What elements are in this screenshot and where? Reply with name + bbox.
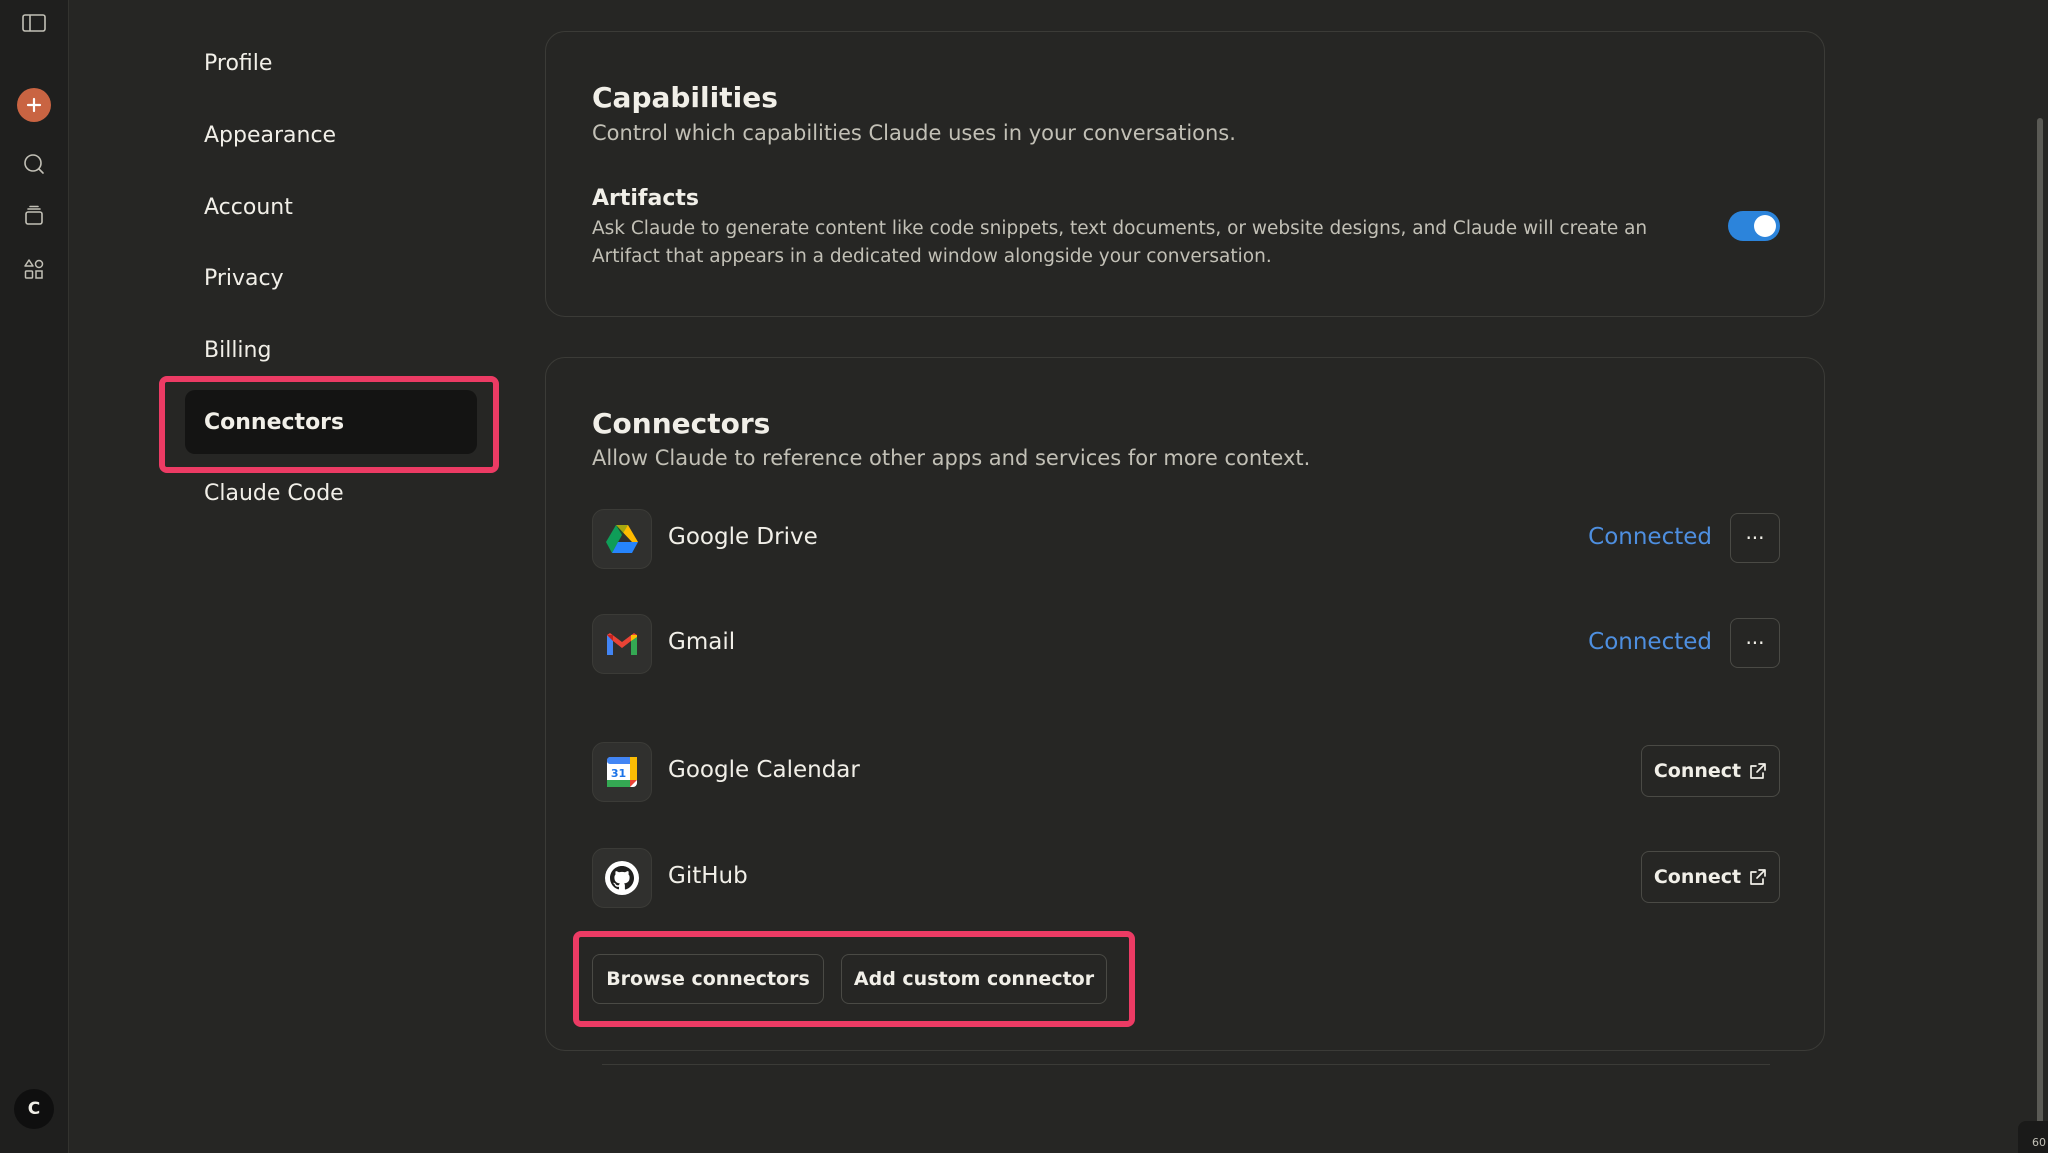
connector-row-gmail: Gmail Connected ··· — [592, 614, 1780, 674]
connector-row-google-drive: Google Drive Connected ··· — [592, 509, 1780, 569]
external-link-icon — [1750, 869, 1766, 885]
connector-name: Gmail — [668, 629, 736, 655]
capabilities-title: Capabilities — [592, 81, 778, 114]
scrollbar[interactable] — [2037, 118, 2043, 1153]
connect-label: Connect — [1653, 760, 1742, 782]
sidebar-toggle-icon[interactable] — [0, 10, 68, 36]
capabilities-subtitle: Control which capabilities Claude uses i… — [592, 121, 1236, 145]
avatar: C — [14, 1089, 54, 1129]
external-link-icon — [1750, 763, 1766, 779]
nav-item-appearance[interactable]: Appearance — [185, 103, 475, 167]
connected-status: Connected — [1588, 524, 1712, 550]
nav-item-profile[interactable]: Profile — [185, 31, 475, 95]
connector-row-google-calendar: 31 Google Calendar Connect — [592, 742, 1780, 802]
nav-item-account[interactable]: Account — [185, 175, 475, 239]
connectors-nav-highlight — [159, 376, 499, 473]
plus-icon — [17, 88, 51, 122]
gmail-icon — [592, 614, 652, 674]
calendar-day-text: 31 — [611, 767, 626, 780]
nav-item-billing[interactable]: Billing — [185, 318, 475, 382]
corner-indicator: 60 — [2018, 1121, 2048, 1153]
connect-label: Connect — [1653, 866, 1742, 888]
capabilities-card: Capabilities Control which capabilities … — [545, 31, 1825, 317]
connector-name: Google Calendar — [668, 757, 860, 783]
artifacts-icon[interactable] — [0, 255, 68, 283]
user-menu-button[interactable]: C — [0, 1088, 68, 1130]
chats-icon[interactable] — [0, 150, 68, 178]
projects-icon[interactable] — [0, 202, 68, 230]
connector-buttons-highlight — [573, 931, 1135, 1027]
connectors-title: Connectors — [592, 407, 771, 440]
github-icon — [592, 848, 652, 908]
artifacts-title: Artifacts — [592, 186, 700, 211]
connector-name: GitHub — [668, 863, 748, 889]
artifacts-description: Ask Claude to generate content like code… — [592, 218, 1648, 267]
nav-item-privacy[interactable]: Privacy — [185, 246, 475, 310]
artifacts-toggle[interactable] — [1728, 211, 1780, 241]
connectors-subtitle: Allow Claude to reference other apps and… — [592, 446, 1311, 470]
google-calendar-icon: 31 — [592, 742, 652, 802]
connect-button[interactable]: Connect — [1641, 851, 1780, 903]
connect-button[interactable]: Connect — [1641, 745, 1780, 797]
more-options-button[interactable]: ··· — [1730, 618, 1780, 668]
connector-row-github: GitHub Connect — [592, 848, 1780, 908]
connected-status: Connected — [1588, 629, 1712, 655]
more-options-button[interactable]: ··· — [1730, 513, 1780, 563]
toggle-knob — [1754, 215, 1776, 237]
section-divider — [602, 1064, 1770, 1065]
icon-rail: C — [0, 0, 69, 1153]
google-drive-icon — [592, 509, 652, 569]
new-chat-button[interactable] — [0, 87, 68, 123]
connector-name: Google Drive — [668, 524, 818, 550]
